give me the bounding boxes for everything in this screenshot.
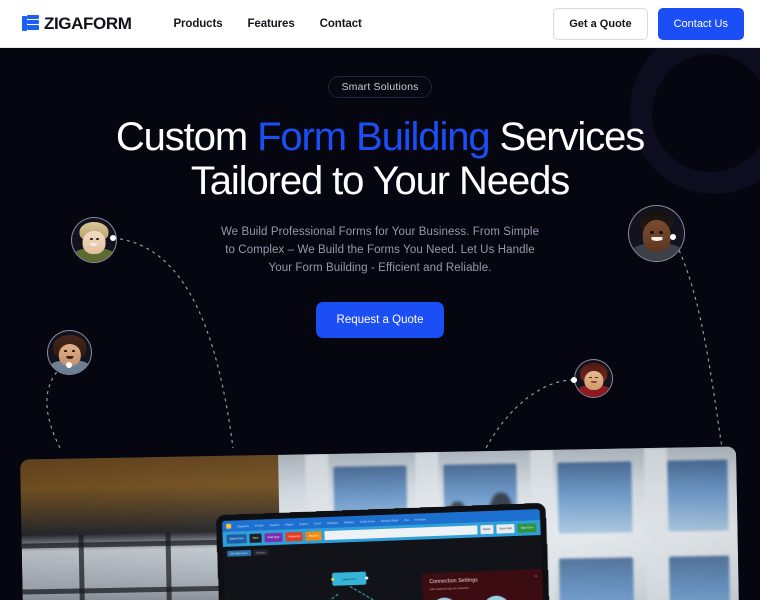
- avatar-face: [575, 360, 612, 397]
- avatar-face: [629, 206, 684, 261]
- tab-settings[interactable]: Settings: [252, 549, 269, 556]
- connection-settings-panel: × Connection Settings Add conditional lo…: [422, 568, 546, 600]
- contact-us-button[interactable]: Contact Us: [657, 7, 744, 40]
- arc-dot-bottom-left: [66, 362, 72, 368]
- avatar-face: [72, 218, 116, 262]
- menubar-item[interactable]: System Field: [381, 518, 399, 523]
- node-pin-right-icon: [364, 576, 368, 580]
- brand-logo[interactable]: ZIGAFORM: [22, 13, 132, 34]
- avatar-bottom-right: [574, 359, 613, 398]
- nav-link-features[interactable]: Features: [248, 18, 295, 30]
- toolbar-chip[interactable]: Select Form: [226, 534, 247, 544]
- menubar-item[interactable]: Initial Form: [360, 519, 375, 524]
- showcase-photo: Zigaform Profile Search Pages Export For…: [20, 446, 740, 600]
- toolbar-chip[interactable]: Mapping: [305, 531, 323, 541]
- nav-actions: Get a Quote Contact Us: [553, 7, 744, 40]
- avatar-bottom-left: [47, 330, 92, 375]
- node-label: Initial Form: [342, 576, 357, 581]
- node-pin-left-icon: [330, 577, 334, 581]
- app-logo-icon: [226, 523, 232, 529]
- panel-subtitle: Add conditional logic for connection: [429, 586, 470, 592]
- laptop-screen: Zigaform Profile Search Pages Export For…: [221, 509, 546, 600]
- menubar-item[interactable]: Settings: [327, 520, 338, 524]
- menubar-item[interactable]: Preview: [415, 517, 426, 521]
- toolbar-save-draft-button[interactable]: Save Draft: [496, 523, 515, 534]
- menubar-item[interactable]: Profile: [255, 523, 264, 527]
- nav-links: Products Features Contact: [173, 18, 361, 30]
- toolbar-chip[interactable]: Save: [249, 533, 262, 543]
- toolbar-delete-button[interactable]: Delete: [479, 524, 494, 535]
- showcase-image-section: Zigaform Profile Search Pages Export For…: [0, 445, 760, 600]
- hero-subtitle: We Build Professional Forms for Your Bus…: [220, 226, 540, 274]
- hero-title-line2: Tailored to Your Needs: [190, 159, 570, 203]
- arc-dot-bottom-right: [571, 377, 577, 383]
- page-title: Custom Form Building Services Tailored t…: [0, 115, 760, 203]
- menubar-item[interactable]: Pages: [285, 522, 294, 526]
- canvas-node-initial-form[interactable]: Initial Form: [330, 571, 368, 586]
- canvas-edge: [349, 586, 391, 600]
- canvas-tabs: Edit Main Form Settings: [227, 549, 269, 557]
- panel-connection-diagram: Initial Form → Employee: [429, 594, 537, 600]
- request-a-quote-button[interactable]: Request a Quote: [315, 302, 445, 338]
- nav-link-contact[interactable]: Contact: [320, 18, 362, 30]
- panel-title: Connection Settings: [429, 577, 479, 586]
- arc-dot-top-right: [670, 234, 676, 240]
- menubar-item[interactable]: Display: [344, 520, 354, 524]
- canvas-edge: [294, 593, 339, 600]
- menubar-item[interactable]: Search: [270, 522, 280, 526]
- toolbar-chip[interactable]: Field Type: [264, 532, 283, 543]
- top-navbar: ZIGAFORM Products Features Contact Get a…: [0, 0, 760, 48]
- menubar-item[interactable]: Pro: [404, 517, 409, 521]
- stacked-documents-icon: [22, 15, 39, 32]
- toolbar-chip[interactable]: Advanced: [285, 531, 304, 542]
- form-builder-canvas[interactable]: Edit Main Form Settings Initial Form × C…: [222, 535, 546, 600]
- laptop-device: Zigaform Profile Search Pages Export For…: [215, 502, 552, 600]
- brand-name: ZIGAFORM: [44, 13, 132, 33]
- hero-title-part2: Services: [489, 115, 646, 159]
- panel-node-right[interactable]: Employee: [481, 595, 511, 600]
- get-a-quote-button[interactable]: Get a Quote: [553, 7, 648, 40]
- menubar-item[interactable]: Form: [314, 521, 321, 525]
- arc-dot-top-left: [110, 235, 116, 241]
- menubar-item[interactable]: Zigaform: [237, 523, 249, 527]
- toolbar-save-form-button[interactable]: Save Form: [517, 523, 537, 533]
- hero-title-highlight: Form Building: [257, 115, 491, 159]
- hero-eyebrow-badge: Smart Solutions: [328, 76, 432, 98]
- hero-title-part1: Custom: [115, 115, 258, 159]
- avatar-top-right: [628, 205, 685, 262]
- tab-edit-main-form[interactable]: Edit Main Form: [227, 549, 251, 557]
- menubar-item[interactable]: Export: [299, 521, 308, 525]
- nav-link-products[interactable]: Products: [173, 18, 222, 30]
- close-icon[interactable]: ×: [535, 573, 538, 578]
- hero-content: Smart Solutions Custom Form Building Ser…: [0, 48, 760, 338]
